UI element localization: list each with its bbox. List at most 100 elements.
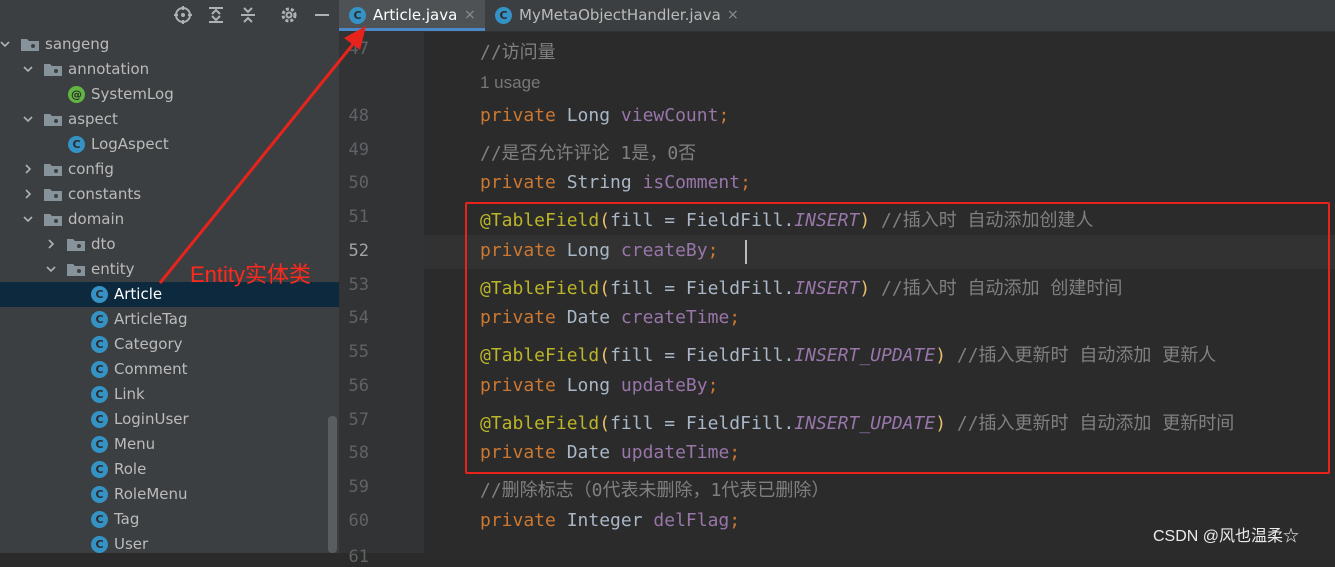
chevron-down-icon[interactable] bbox=[46, 264, 56, 274]
line-number: 48 bbox=[348, 106, 369, 126]
java-class-icon: C bbox=[91, 486, 108, 503]
close-tab-icon[interactable]: × bbox=[727, 0, 739, 31]
chevron-down-icon[interactable] bbox=[23, 64, 33, 74]
tree-item-tag[interactable]: C Tag bbox=[0, 507, 339, 532]
chevron-right-icon[interactable] bbox=[23, 189, 33, 199]
tree-item-config[interactable]: config bbox=[0, 157, 339, 182]
java-class-icon: C bbox=[495, 7, 512, 24]
chevron-down-icon[interactable] bbox=[23, 214, 33, 224]
tree-item-label: LogAspect bbox=[91, 135, 169, 153]
watermark: CSDN @风也温柔☆ bbox=[1153, 528, 1300, 545]
tree-item-label: dto bbox=[91, 235, 116, 253]
highlight-box bbox=[465, 202, 1330, 474]
chevron-right-icon[interactable] bbox=[46, 239, 56, 249]
line-number: 59 bbox=[348, 477, 369, 497]
tree-item-label: config bbox=[68, 160, 114, 178]
tree-item-domain[interactable]: domain bbox=[0, 207, 339, 232]
tree-item-menu[interactable]: C Menu bbox=[0, 432, 339, 457]
line-number: 58 bbox=[348, 443, 369, 463]
code-line[interactable]: //是否允许评论 1是，0否 bbox=[480, 139, 696, 165]
tree-item-comment[interactable]: C Comment bbox=[0, 357, 339, 382]
tree-item-label: domain bbox=[68, 210, 125, 228]
expand-all-icon[interactable] bbox=[206, 5, 226, 25]
code-line[interactable]: private Integer delFlag; bbox=[480, 510, 740, 531]
chevron-right-icon[interactable] bbox=[23, 164, 33, 174]
annotation-type-icon: @ bbox=[68, 86, 85, 103]
tree-item-label: aspect bbox=[68, 110, 118, 128]
tree-item-label: constants bbox=[68, 185, 142, 203]
java-class-icon: C bbox=[349, 7, 366, 24]
collapse-all-icon[interactable] bbox=[238, 5, 258, 25]
java-class-icon: C bbox=[91, 436, 108, 453]
tree-item-dto[interactable]: dto bbox=[0, 232, 339, 257]
tree-item-aspect[interactable]: aspect bbox=[0, 107, 339, 132]
line-number: 57 bbox=[348, 410, 369, 430]
java-class-icon: C bbox=[91, 536, 108, 553]
tree-item-user[interactable]: C User bbox=[0, 532, 339, 553]
editor-tab-bar: C Article.java × C MyMetaObjectHandler.j… bbox=[339, 0, 1335, 32]
java-class-icon: C bbox=[91, 286, 108, 303]
package-folder-icon bbox=[67, 239, 85, 251]
code-line[interactable]: private Long viewCount; bbox=[480, 105, 729, 126]
usage-hint[interactable]: 1 usage bbox=[480, 73, 541, 93]
tree-item-loginuser[interactable]: C LoginUser bbox=[0, 407, 339, 432]
tree-item-rolemenu[interactable]: C RoleMenu bbox=[0, 482, 339, 507]
line-number: 60 bbox=[348, 511, 369, 531]
line-number: 50 bbox=[348, 173, 369, 193]
close-tab-icon[interactable]: × bbox=[464, 0, 476, 31]
line-number: 52 bbox=[348, 241, 369, 261]
line-number: 49 bbox=[348, 140, 369, 160]
tree-item-label: SystemLog bbox=[91, 85, 174, 103]
tree-item-articletag[interactable]: C ArticleTag bbox=[0, 307, 339, 332]
code-line[interactable]: //访问量 bbox=[480, 38, 556, 64]
java-class-icon: C bbox=[91, 336, 108, 353]
tree-item-logaspect[interactable]: C LogAspect bbox=[0, 132, 339, 157]
entity-annotation-label: Entity实体类 bbox=[190, 262, 312, 287]
tree-item-annotation[interactable]: annotation bbox=[0, 57, 339, 82]
package-folder-icon bbox=[44, 114, 62, 126]
tree-item-label: ArticleTag bbox=[114, 310, 188, 328]
chevron-down-icon[interactable] bbox=[0, 39, 10, 49]
package-folder-icon bbox=[44, 214, 62, 226]
line-number: 54 bbox=[348, 308, 369, 328]
tree-item-label: Menu bbox=[114, 435, 156, 453]
tab-label: Article.java bbox=[373, 6, 458, 24]
line-number: 53 bbox=[348, 275, 369, 295]
tree-item-label: Comment bbox=[114, 360, 188, 378]
tree-item-label: Role bbox=[114, 460, 147, 478]
line-number-gutter: 47 48 49 50 51 52 53 54 55 56 57 58 59 60 61 bbox=[339, 32, 424, 567]
java-class-icon: C bbox=[91, 386, 108, 403]
project-toolbar bbox=[0, 0, 339, 30]
crosshair-icon[interactable] bbox=[173, 5, 193, 25]
tree-item-systemlog[interactable]: @ SystemLog bbox=[0, 82, 339, 107]
package-folder-icon bbox=[44, 189, 62, 201]
tree-scrollbar[interactable] bbox=[328, 416, 337, 553]
chevron-down-icon[interactable] bbox=[23, 114, 33, 124]
package-folder-icon bbox=[44, 164, 62, 176]
tree-item-label: Category bbox=[114, 335, 183, 353]
tree-item-category[interactable]: C Category bbox=[0, 332, 339, 357]
tab-label: MyMetaObjectHandler.java bbox=[519, 6, 721, 24]
tree-item-label: RoleMenu bbox=[114, 485, 188, 503]
code-line[interactable]: //删除标志（0代表未删除，1代表已删除） bbox=[480, 476, 829, 502]
tree-item-label: User bbox=[114, 535, 149, 553]
java-class-icon: C bbox=[91, 461, 108, 478]
minimize-icon[interactable] bbox=[312, 5, 332, 25]
code-line[interactable]: private String isComment; bbox=[480, 172, 751, 193]
gear-icon[interactable] bbox=[279, 5, 299, 25]
tree-item-label: LoginUser bbox=[114, 410, 189, 428]
tab-mymetaobjecthandler-java[interactable]: C MyMetaObjectHandler.java × bbox=[485, 0, 755, 31]
package-folder-icon bbox=[44, 64, 62, 76]
tree-item-role[interactable]: C Role bbox=[0, 457, 339, 482]
package-folder-icon bbox=[67, 264, 85, 276]
java-class-icon: C bbox=[91, 311, 108, 328]
tree-item-label: Link bbox=[114, 385, 145, 403]
tree-item-link[interactable]: C Link bbox=[0, 382, 339, 407]
tree-item-label: sangeng bbox=[45, 35, 110, 53]
tree-item-label: Article bbox=[114, 285, 163, 303]
tree-item-sangeng[interactable]: sangeng bbox=[0, 32, 339, 57]
tab-article-java[interactable]: C Article.java × bbox=[339, 0, 485, 31]
package-folder-icon bbox=[21, 39, 39, 51]
tree-item-constants[interactable]: constants bbox=[0, 182, 339, 207]
java-class-icon: C bbox=[91, 511, 108, 528]
